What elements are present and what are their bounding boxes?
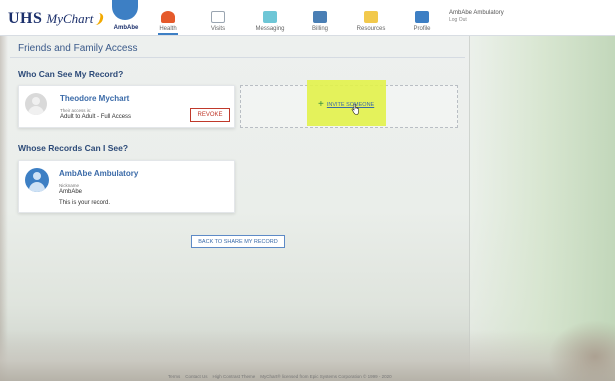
nav-health[interactable]: Health <box>144 0 192 36</box>
nav-profile-label: Profile <box>413 26 431 32</box>
own-record-card: AmbAbe Ambulatory Nickname AmbAbe This i… <box>18 160 235 213</box>
plus-icon: + <box>318 99 324 110</box>
logo-swoosh-icon <box>93 13 105 25</box>
footer-copyright: MyChart® licensed from Epic Systems Corp… <box>260 374 392 379</box>
nav-resources-label: Resources <box>356 26 386 32</box>
user-avatar-icon[interactable] <box>112 0 138 20</box>
nav-billing[interactable]: Billing <box>296 0 344 36</box>
uhs-mychart-logo[interactable]: UHS MyChart <box>8 8 105 30</box>
hand-cursor-icon <box>351 104 359 115</box>
nickname-value: AmbAbe <box>59 189 83 195</box>
health-icon <box>161 11 175 23</box>
top-header: UHS MyChart AmbAbe Health Visits Messagi… <box>0 0 615 36</box>
footer-link-high-contrast[interactable]: High Contrast Theme <box>213 374 256 379</box>
nav-messaging[interactable]: Messaging <box>246 0 294 36</box>
logo-uhs-text: UHS <box>8 10 43 27</box>
section-heading-who-can-see: Who Can See My Record? <box>18 69 124 79</box>
nav-billing-label: Billing <box>311 26 328 32</box>
footer-link-terms[interactable]: Terms <box>168 374 180 379</box>
back-to-share-button[interactable]: BACK TO SHARE MY RECORD <box>191 235 285 248</box>
nav-health-label: Health <box>159 26 177 32</box>
footer-link-contact[interactable]: Contact Us <box>185 374 207 379</box>
nickname-caption: Nickname <box>59 183 80 188</box>
user-avatar-label[interactable]: AmbAbe <box>110 25 142 31</box>
folder-icon <box>364 11 378 23</box>
person-avatar-icon <box>25 93 47 115</box>
nav-health-active-indicator <box>158 33 178 35</box>
nav-messaging-label: Messaging <box>255 26 285 32</box>
id-card-icon <box>415 11 429 23</box>
person-avatar-icon <box>25 168 49 192</box>
logo-mychart-text: MyChart <box>46 11 94 26</box>
calendar-icon <box>211 11 225 23</box>
card-icon <box>313 11 327 23</box>
access-level: Adult to Adult - Full Access <box>60 114 132 120</box>
nav-visits[interactable]: Visits <box>194 0 242 36</box>
title-divider <box>10 57 465 58</box>
envelope-icon <box>263 11 277 23</box>
logout-link[interactable]: Log Out <box>449 17 467 23</box>
proxy-name[interactable]: Theodore Mychart <box>60 94 129 103</box>
own-record-note: This is your record. <box>59 200 111 206</box>
nav-resources[interactable]: Resources <box>347 0 395 36</box>
revoke-button[interactable]: REVOKE <box>190 108 230 122</box>
nav-profile[interactable]: Profile <box>398 0 446 36</box>
access-caption: Their access is: <box>60 108 92 113</box>
footer: Terms Contact Us High Contrast Theme MyC… <box>0 372 615 381</box>
section-heading-whose-records: Whose Records Can I See? <box>18 143 129 153</box>
nav-visits-label: Visits <box>210 26 226 32</box>
page-title: Friends and Family Access <box>18 43 138 54</box>
user-name: AmbAbe Ambulatory <box>449 10 504 16</box>
own-record-name[interactable]: AmbAbe Ambulatory <box>59 169 138 178</box>
invite-someone-link[interactable]: + INVITE SOMEONE <box>318 100 374 110</box>
